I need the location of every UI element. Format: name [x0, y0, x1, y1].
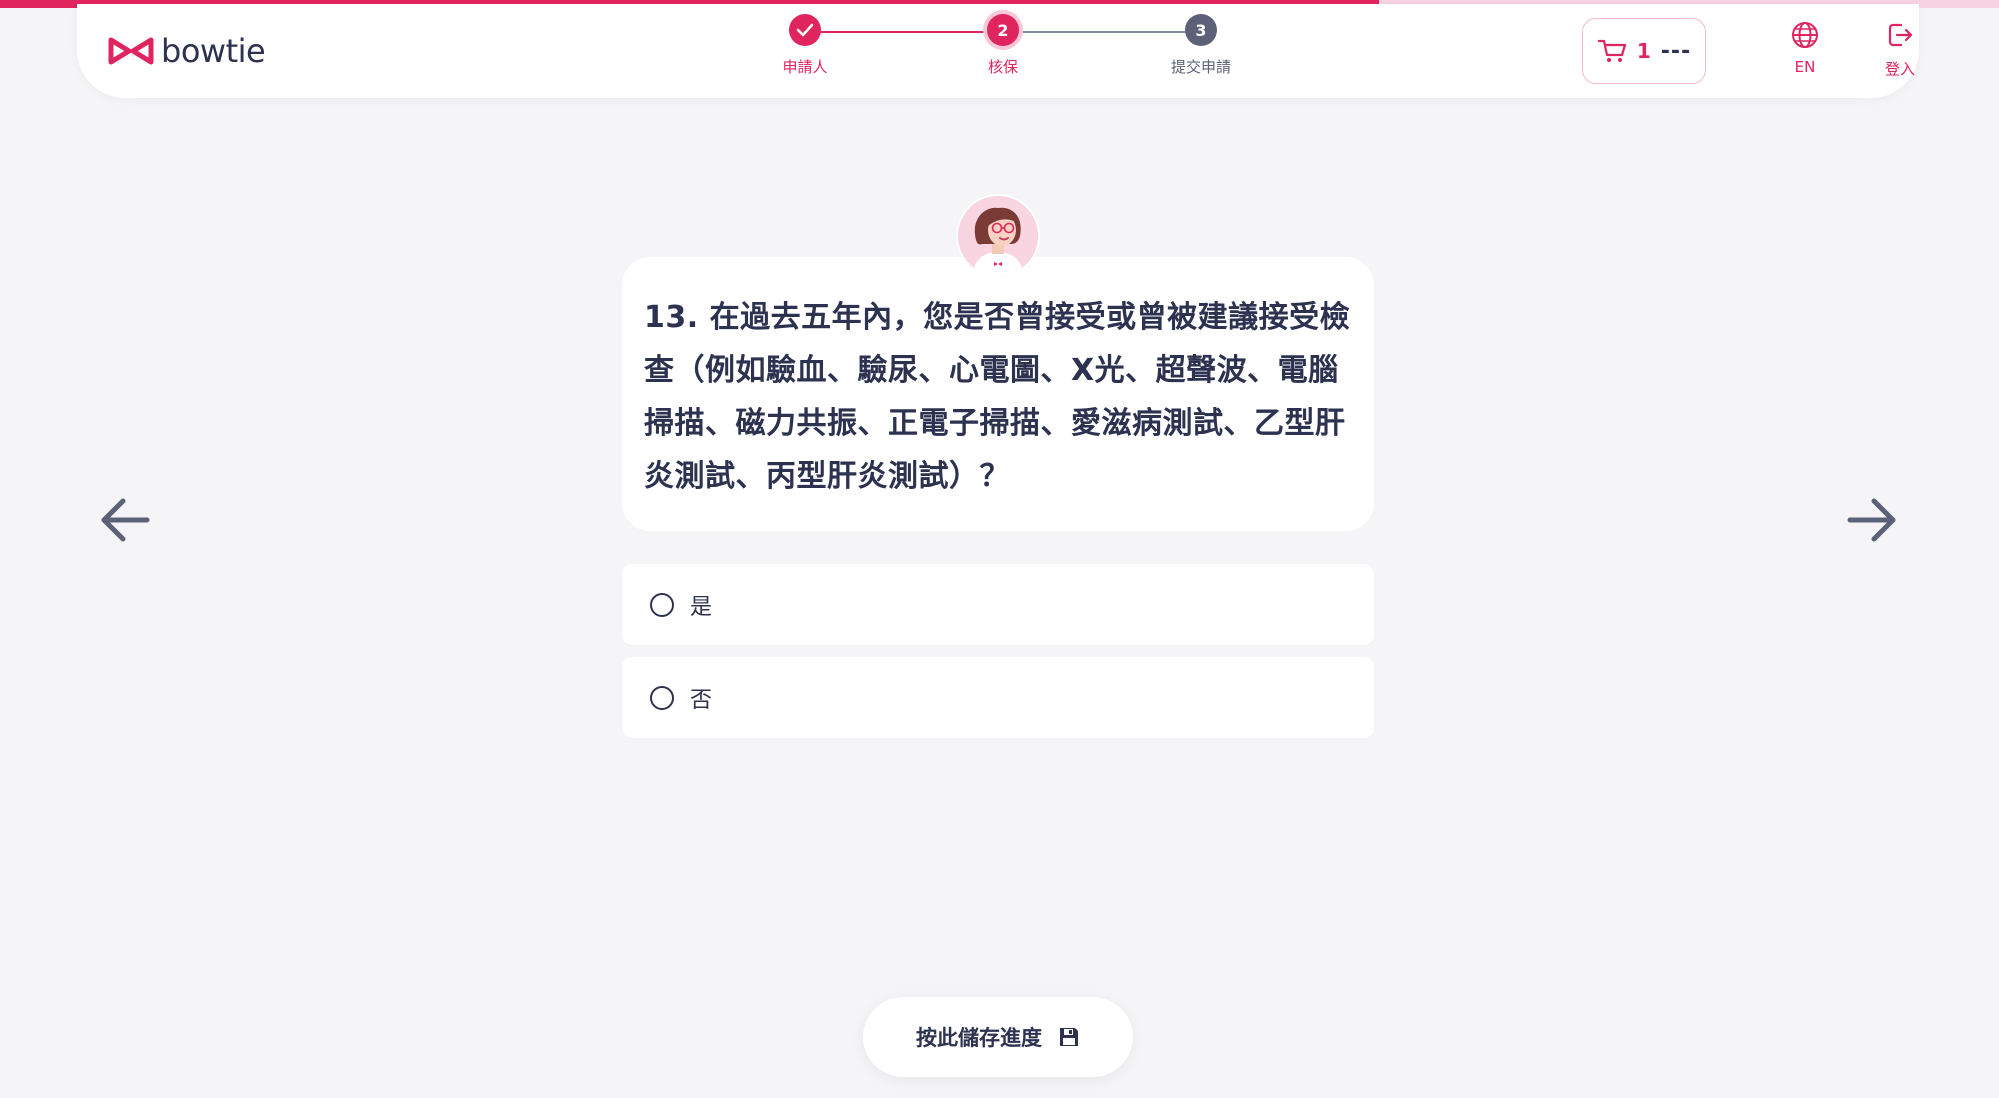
- save-progress-label: 按此儲存進度: [916, 1026, 1042, 1050]
- floppy-disk-icon: [1060, 1028, 1078, 1046]
- arrow-right-icon: [1847, 498, 1896, 542]
- language-label: EN: [1794, 58, 1816, 76]
- globe-icon: [1792, 22, 1818, 48]
- login-label: 登入: [1884, 60, 1915, 78]
- option-label: 否: [690, 687, 713, 713]
- radio-button[interactable]: [650, 592, 674, 617]
- step-label: 核保: [987, 58, 1018, 76]
- cart-count: 1: [1636, 39, 1651, 63]
- option-label: 是: [690, 594, 713, 620]
- login-button[interactable]: 登入: [1860, 20, 1940, 84]
- step-submit: 3 提交申請: [1141, 14, 1261, 77]
- cart-icon: [1597, 39, 1626, 62]
- step-underwriting: 2 核保: [943, 14, 1063, 77]
- option-yes[interactable]: 是: [622, 564, 1374, 645]
- question-card: 13. 在過去五年內，您是否曾接受或曾被建議接受檢查（例如驗血、驗尿、心電圖、X…: [622, 257, 1374, 531]
- step-applicant: 申請人: [745, 14, 865, 77]
- step-done-marker: [789, 14, 821, 46]
- arrow-left-icon: [101, 498, 150, 542]
- next-button[interactable]: [1842, 490, 1902, 550]
- step-label: 提交申請: [1170, 58, 1231, 76]
- cart-price: ---: [1660, 38, 1692, 64]
- radio-button[interactable]: [650, 685, 674, 710]
- step-label: 申請人: [782, 58, 828, 76]
- check-icon: [796, 23, 814, 37]
- advisor-avatar-icon: [956, 194, 1040, 278]
- option-no[interactable]: 否: [622, 657, 1374, 738]
- header: bowtie 申請人 2 核保 3 提交申請 1 --- EN 登入: [77, 4, 1919, 98]
- back-button[interactable]: [95, 490, 155, 550]
- step-number: 3: [1185, 14, 1217, 46]
- step-number: 2: [987, 14, 1019, 46]
- login-icon: [1888, 23, 1913, 47]
- cart-button[interactable]: 1 ---: [1582, 18, 1706, 84]
- save-progress-button[interactable]: 按此儲存進度: [863, 997, 1133, 1077]
- language-button[interactable]: EN: [1765, 20, 1845, 84]
- question-text: 13. 在過去五年內，您是否曾接受或曾被建議接受檢查（例如驗血、驗尿、心電圖、X…: [644, 300, 1351, 494]
